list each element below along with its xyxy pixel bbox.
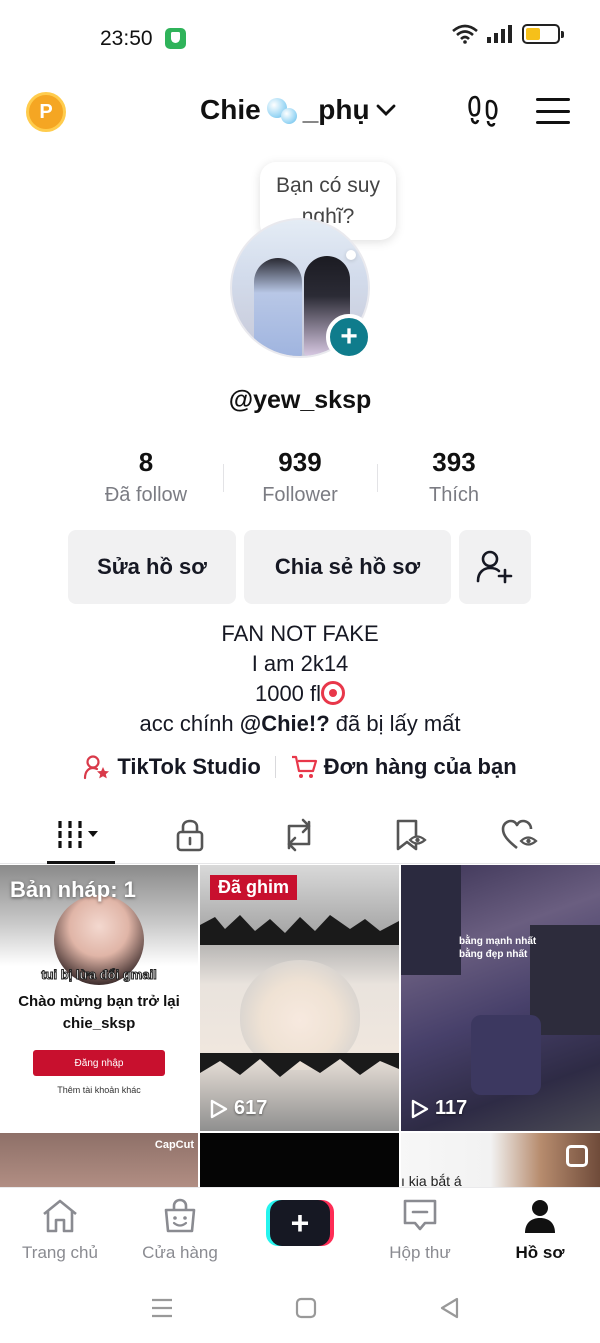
video-tile[interactable]: bằng mạnh nhất bằng đẹp nhất 117 [401,865,600,1131]
draft-other-account-text: Thêm tài khoản khác [57,1085,141,1095]
grid-icon [58,821,98,849]
bottom-navigation: Trang chủ Cửa hàng + Hộp thư Hồ sơ [0,1187,600,1275]
stat-following-value: 8 [138,447,154,477]
video-tile[interactable]: ı kia bắt á [401,1133,600,1187]
lock-icon [176,819,204,852]
link-divider [274,756,276,778]
stat-followers-value: 939 [278,447,322,477]
account-switcher[interactable]: Chie _phụ [200,94,396,126]
status-bar: 23:50 [0,0,600,76]
nav-home[interactable]: Trang chủ [0,1198,120,1263]
create-button[interactable]: + [266,1200,334,1246]
active-tab-indicator [47,861,115,864]
stat-followers-label: Follower [262,484,338,506]
system-navigation [0,1280,600,1343]
stat-likes-label: Thích [428,484,480,506]
battery-icon [522,24,564,44]
display-name-part2: _phụ [302,94,370,125]
display-name-part1: Chie [200,94,261,125]
header-actions [466,94,570,128]
stat-likes[interactable]: 393 Thích [379,446,529,507]
bubbles-emoji-icon [265,94,299,126]
create-plus-icon: + [270,1200,330,1246]
multi-photo-icon [566,1145,588,1167]
content-tabs [0,806,600,864]
repost-icon [287,818,311,852]
stat-likes-value: 393 [432,447,476,477]
home-icon [43,1199,77,1233]
view-count: 617 [210,1097,267,1120]
wifi-icon [452,24,478,44]
chevron-down-icon [376,104,395,116]
target-icon [321,681,346,705]
tab-saved[interactable] [370,806,450,864]
glitch-decoration [200,1053,399,1077]
draft-overlay-text: tui bị lừa đổi gmail [41,967,158,983]
home-button-icon[interactable] [294,1296,318,1320]
draft-label: Bản nháp: 1 [10,877,136,902]
bio-line: FAN NOT FAKE [221,621,379,646]
back-icon[interactable] [438,1296,462,1320]
stat-following-label: Đã follow [104,484,188,506]
inbox-icon [403,1199,437,1231]
video-tile[interactable]: Đã ghim 617 [200,865,399,1131]
bio-line-with-icon: 1000 fl [0,679,600,709]
add-user-icon [476,550,513,584]
status-icons [452,24,564,44]
tab-private[interactable] [150,806,230,864]
draft-login-graphic: Đăng nhập [33,1050,165,1076]
view-count: 117 [411,1097,467,1120]
orders-label: Đơn hàng của bạn [323,754,517,779]
username: @yew_sksp [228,386,372,414]
play-icon [411,1099,429,1118]
video-tile[interactable]: CapCut [0,1133,198,1187]
pinned-badge: Đã ghim [210,875,298,900]
coin-icon[interactable]: P [26,92,66,132]
recents-icon[interactable] [150,1296,174,1320]
status-time: 23:50 [100,27,153,50]
tab-liked[interactable] [480,806,560,864]
add-avatar-button[interactable]: + [326,314,372,360]
add-friend-button[interactable] [459,530,531,604]
thought-bubble-tail [346,250,356,260]
cart-icon [291,755,317,778]
tab-reposts[interactable] [259,806,339,864]
profile-stats: 8 Đã follow 939 Follower 393 Thích [0,446,600,516]
bio-line: I am 2k14 [251,651,349,676]
tiktok-studio-link[interactable]: TikTok Studio [83,754,261,780]
play-icon [210,1099,228,1118]
video-tile[interactable] [200,1133,399,1187]
share-profile-button[interactable]: Chia sẻ hồ sơ [244,530,451,604]
stat-followers[interactable]: 939 Follower [225,446,375,507]
shield-icon [165,28,186,49]
bio-line: acc chính @Chie!? đã bị lấy mất [139,711,461,736]
liked-icon [501,819,538,850]
draft-welcome-text: Chào mừng bạn trở lại chie_sksp [18,993,180,1032]
tab-videos[interactable] [41,806,121,864]
studio-icon [84,755,110,780]
signal-icon [487,25,512,43]
video-caption: ı kia bắt á [401,1173,462,1187]
profile-links: TikTok Studio Đơn hàng của bạn [0,748,600,786]
profile-bio: FAN NOT FAKE I am 2k14 1000 fl acc chính… [0,619,600,739]
stat-following[interactable]: 8 Đã follow [71,446,221,507]
nav-inbox[interactable]: Hộp thư [360,1198,480,1263]
capcut-watermark: CapCut [154,1139,194,1151]
glitch-decoration [200,915,399,945]
menu-icon[interactable] [536,98,570,124]
video-caption: bằng mạnh nhất bằng đẹp nhất [459,936,537,960]
footprints-icon[interactable] [466,94,500,128]
bio-mention[interactable]: @Chie!? [240,711,330,736]
draft-tile[interactable]: Bản nháp: 1 tui bị lừa đổi gmail Chào mừ… [0,865,198,1131]
shop-icon [164,1198,196,1233]
battery-level [526,28,540,40]
tiktok-studio-label: TikTok Studio [117,754,261,779]
video-grid: Bản nháp: 1 tui bị lừa đổi gmail Chào mừ… [0,865,600,1187]
edit-profile-button[interactable]: Sửa hồ sơ [68,530,236,604]
profile-icon [525,1200,555,1233]
nav-profile[interactable]: Hồ sơ [480,1198,600,1263]
nav-shop[interactable]: Cửa hàng [120,1198,240,1263]
bookmark-icon [396,819,427,851]
orders-link[interactable]: Đơn hàng của bạn [290,754,517,780]
